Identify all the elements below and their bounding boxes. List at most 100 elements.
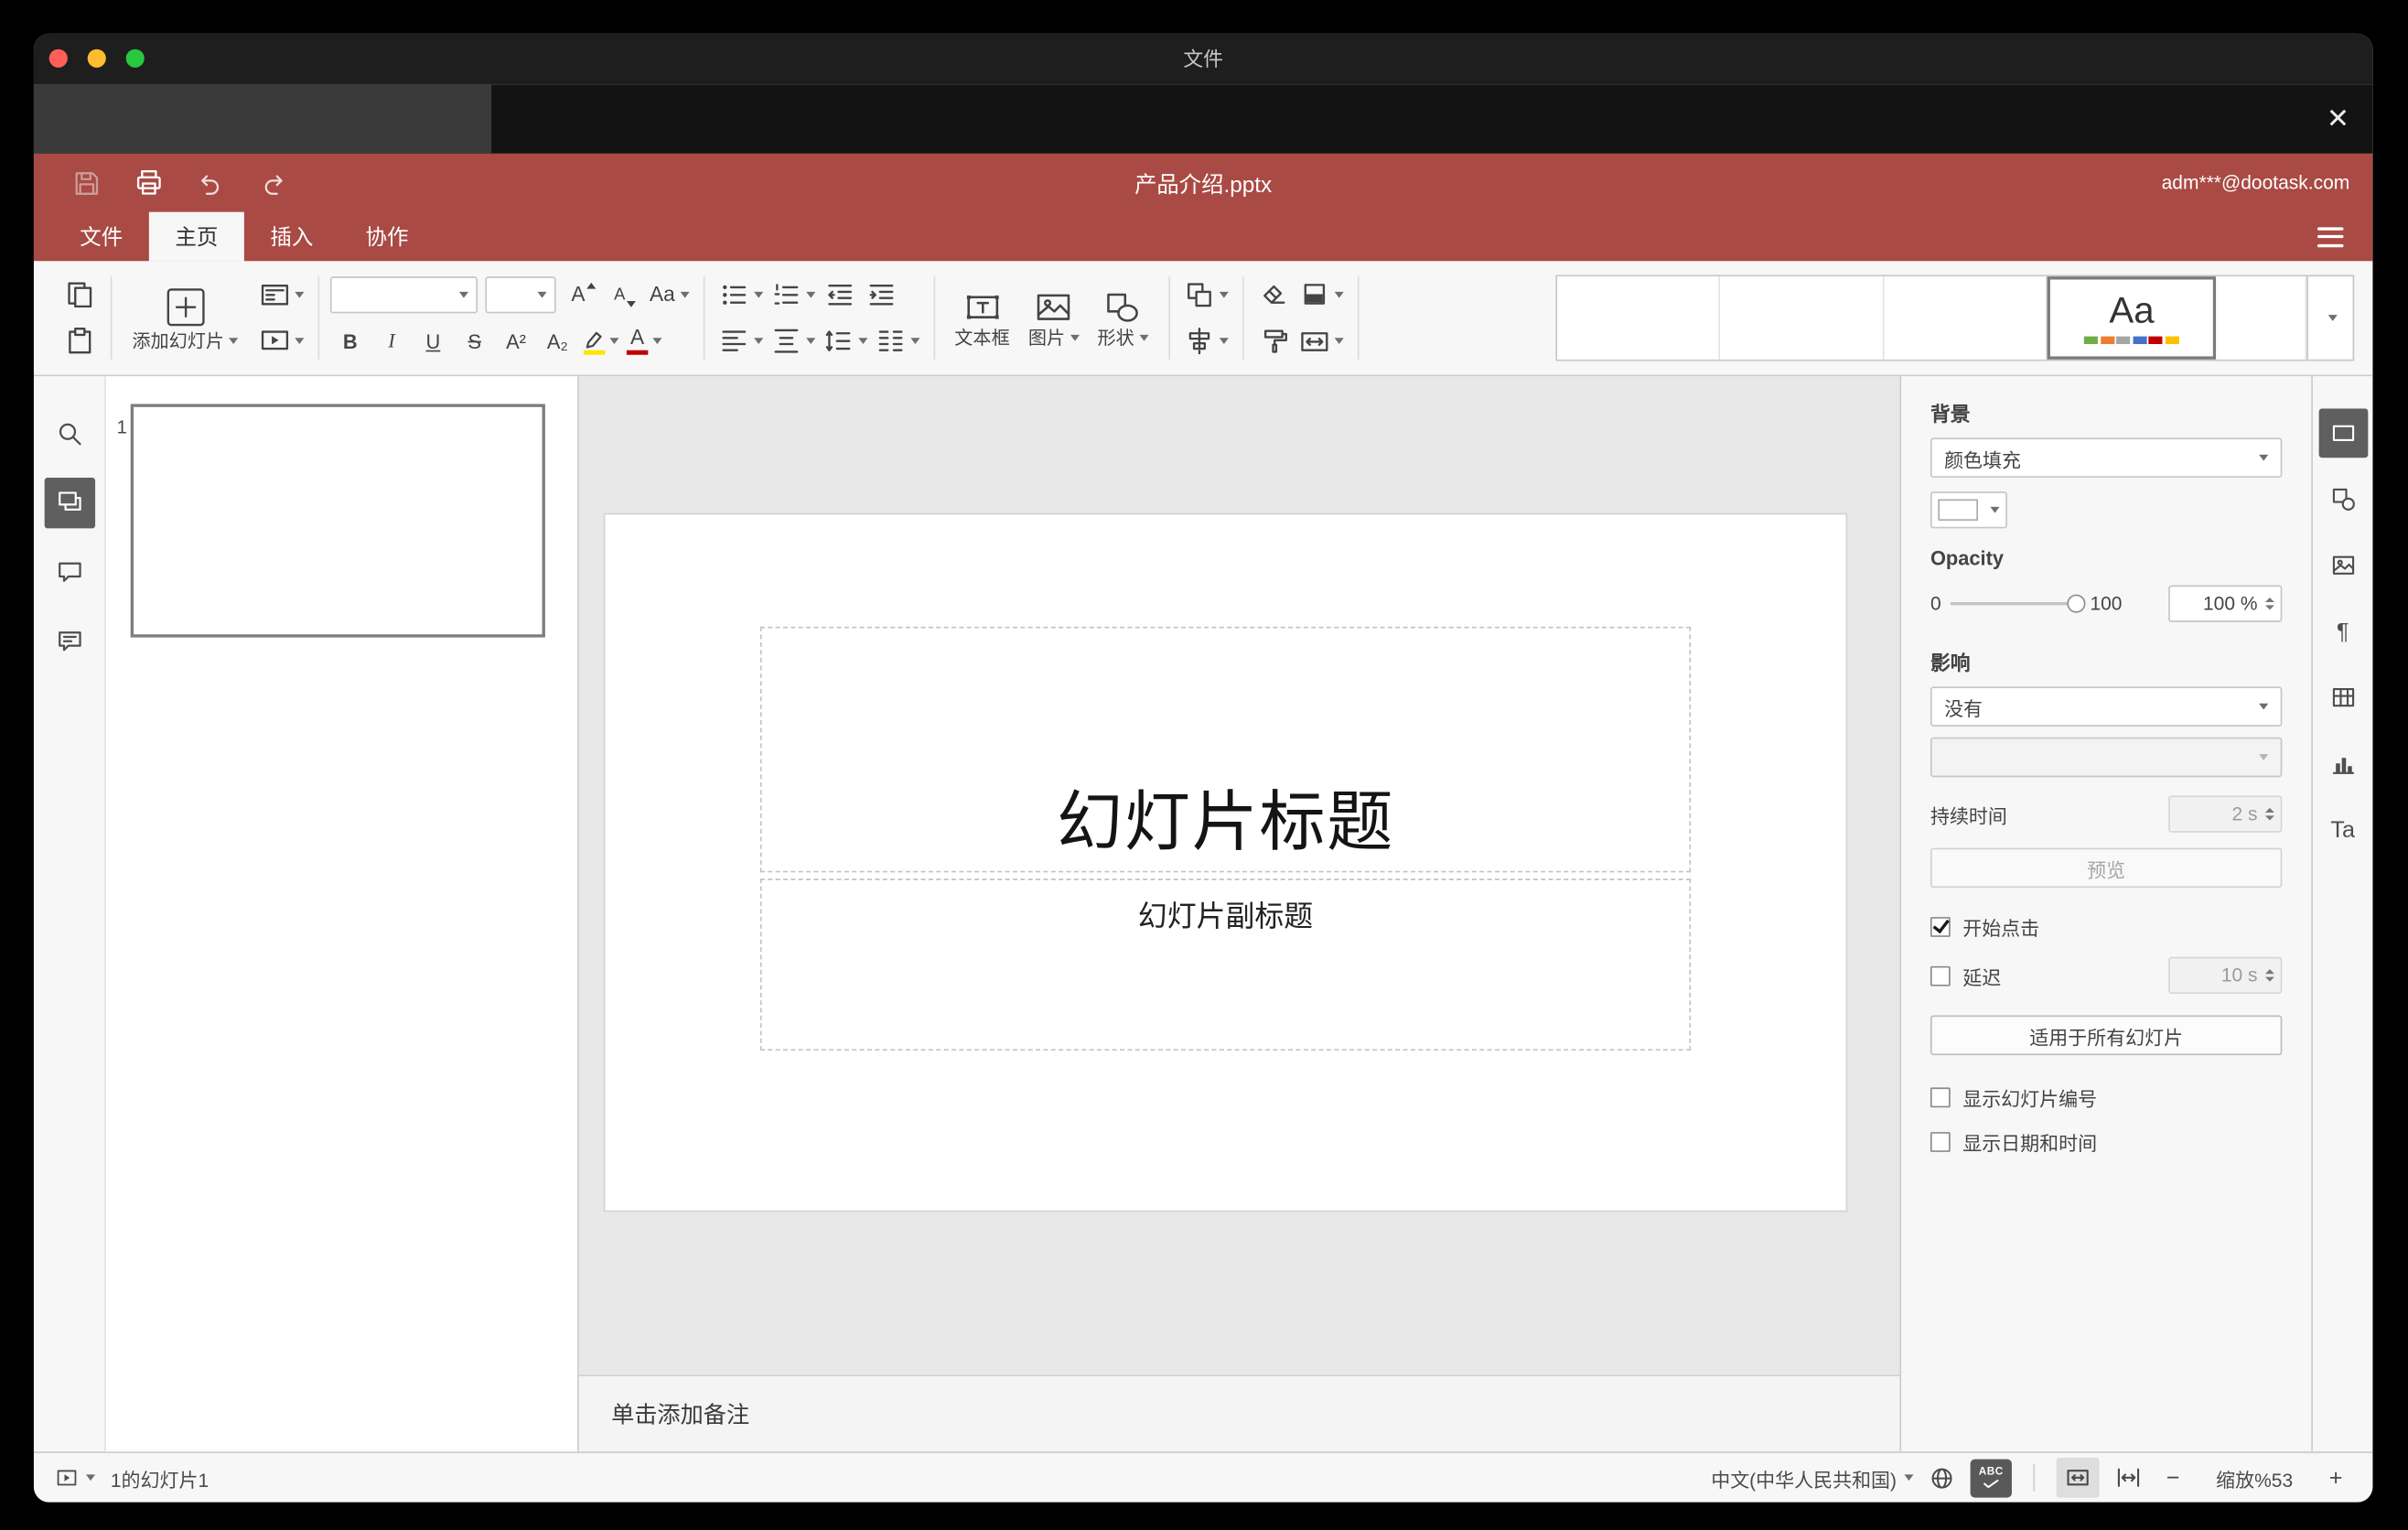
chevron-down-icon	[652, 338, 662, 344]
font-color-button[interactable]: A	[624, 321, 665, 361]
traffic-light-zoom-button[interactable]	[125, 48, 145, 68]
spinner[interactable]	[2264, 587, 2274, 620]
font-size-combo[interactable]	[485, 276, 556, 314]
slides-panel-button[interactable]	[43, 478, 95, 529]
apply-all-button[interactable]: 适用于所有幻灯片	[1930, 1015, 2283, 1056]
image-settings-button[interactable]	[2318, 541, 2368, 590]
language-select[interactable]: 中文(中华人民共和国)	[1711, 1463, 1914, 1492]
clear-style-button[interactable]	[1254, 275, 1295, 315]
table-settings-button[interactable]	[2318, 673, 2368, 722]
spellcheck-icon: ABC	[1978, 1467, 2004, 1478]
comments-button[interactable]	[44, 547, 94, 598]
arrange-button[interactable]	[1180, 275, 1231, 315]
tab-collaboration[interactable]: 协作	[339, 212, 435, 262]
theme-item-selected[interactable]: Aa	[2047, 276, 2217, 360]
zoom-in-button[interactable]: +	[2320, 1465, 2351, 1492]
chart-settings-button[interactable]	[2318, 738, 2368, 788]
start-click-checkbox[interactable]	[1930, 917, 1951, 937]
tab-insert[interactable]: 插入	[244, 212, 339, 262]
fit-slide-button[interactable]	[2056, 1457, 2100, 1498]
notes-area[interactable]: 单击添加备注	[578, 1374, 1900, 1452]
close-button[interactable]: ✕	[2327, 84, 2349, 154]
set-language-button[interactable]	[1929, 1465, 1955, 1492]
copy-style-button[interactable]	[1254, 321, 1295, 361]
theme-item[interactable]	[1557, 276, 1721, 360]
background-fill-select[interactable]: 颜色填充	[1930, 437, 2283, 479]
shape-settings-button[interactable]	[2318, 475, 2368, 524]
fill-color-button[interactable]	[1295, 275, 1346, 315]
add-slide-button[interactable]: 添加幻灯片	[123, 269, 247, 367]
undo-button[interactable]	[197, 168, 226, 198]
show-slide-number-checkbox[interactable]	[1930, 1087, 1951, 1108]
vertical-align-button[interactable]	[767, 321, 817, 361]
fit-width-button[interactable]	[2114, 1464, 2142, 1492]
italic-button[interactable]: I	[371, 321, 412, 361]
numbering-button[interactable]	[767, 275, 817, 315]
bullets-button[interactable]	[715, 275, 765, 315]
header-top-row: 产品介绍.pptx adm***@dootask.com	[34, 154, 2372, 212]
start-click-label: 开始点击	[1962, 918, 2040, 941]
chat-button[interactable]	[44, 616, 94, 666]
highlight-color-button[interactable]	[579, 321, 622, 361]
subscript-button[interactable]: A₂	[538, 321, 578, 361]
copy-button[interactable]	[59, 275, 100, 315]
tab-home[interactable]: 主页	[148, 211, 244, 262]
bold-button[interactable]: B	[330, 321, 371, 361]
zoom-out-button[interactable]: −	[2157, 1465, 2188, 1492]
increase-font-button[interactable]: A	[564, 275, 604, 315]
decrease-indent-button[interactable]	[820, 275, 860, 315]
start-slideshow-status-button[interactable]	[55, 1466, 96, 1489]
search-button[interactable]	[44, 408, 94, 458]
slide-canvas[interactable]: 幻灯片标题 幻灯片副标题	[603, 512, 1848, 1212]
save-button[interactable]	[72, 168, 102, 198]
spellcheck-button[interactable]: ABC	[1970, 1458, 2012, 1497]
theme-item[interactable]	[2216, 276, 2307, 360]
arrow-down-icon	[627, 300, 637, 307]
strikeout-button[interactable]: S	[455, 321, 495, 361]
traffic-light-minimize-button[interactable]	[87, 48, 106, 68]
traffic-light-close-button[interactable]	[48, 48, 68, 68]
menu-button[interactable]	[2317, 212, 2344, 262]
slide-size-button[interactable]	[1295, 321, 1346, 361]
insert-image-button[interactable]: 图片	[1019, 269, 1089, 367]
comment-icon	[58, 562, 81, 582]
subtitle-placeholder[interactable]: 幻灯片副标题	[759, 878, 1692, 1051]
slide-thumbnail[interactable]	[130, 404, 545, 638]
increase-indent-button[interactable]	[861, 275, 901, 315]
insert-textbox-button[interactable]: 文本框	[945, 269, 1019, 367]
insert-shape-button[interactable]: 形状	[1088, 269, 1157, 367]
slide-settings-button[interactable]	[2317, 408, 2368, 458]
effect-select[interactable]: 没有	[1930, 686, 2283, 727]
theme-item[interactable]	[1884, 276, 2048, 360]
background-color-picker[interactable]	[1930, 491, 2007, 529]
font-name-combo[interactable]	[329, 276, 478, 314]
decrease-font-button[interactable]: A	[605, 275, 645, 315]
print-button[interactable]	[134, 167, 165, 199]
spinner-down-icon[interactable]	[2264, 605, 2274, 610]
start-slideshow-button[interactable]	[256, 321, 306, 361]
opacity-input[interactable]: 100 %	[2168, 585, 2283, 622]
slides-icon	[58, 491, 81, 512]
paragraph-settings-button[interactable]: ¶	[2318, 607, 2368, 656]
show-datetime-checkbox[interactable]	[1930, 1132, 1951, 1152]
spinner-up-icon[interactable]	[2264, 597, 2274, 602]
theme-gallery-dropdown-button[interactable]	[2306, 276, 2352, 360]
slider-handle[interactable]	[2067, 593, 2086, 612]
opacity-slider[interactable]	[1950, 593, 2086, 612]
horizontal-align-button[interactable]	[715, 321, 765, 361]
slide-layout-button[interactable]	[256, 275, 306, 315]
redo-button[interactable]	[258, 168, 287, 198]
paste-button[interactable]	[59, 321, 100, 361]
tab-file[interactable]: 文件	[54, 212, 149, 262]
columns-button[interactable]	[872, 321, 922, 361]
change-case-button[interactable]: Aa	[647, 275, 693, 315]
underline-button[interactable]: U	[414, 321, 454, 361]
title-placeholder[interactable]: 幻灯片标题	[759, 626, 1692, 873]
align-objects-button[interactable]	[1180, 321, 1231, 361]
globe-icon	[1931, 1467, 1952, 1488]
superscript-button[interactable]: A²	[496, 321, 536, 361]
textart-settings-button[interactable]: Ta	[2318, 805, 2368, 855]
delay-checkbox[interactable]	[1930, 964, 1951, 986]
line-spacing-button[interactable]	[820, 321, 870, 361]
theme-item[interactable]	[1720, 276, 1885, 360]
